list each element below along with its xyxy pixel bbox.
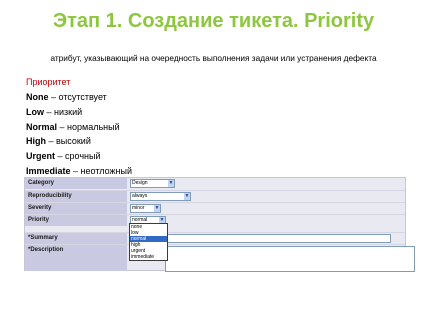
chevron-down-icon: ▼: [184, 193, 190, 200]
level-name: High: [26, 136, 46, 147]
priority-label: Priority: [25, 215, 127, 226]
list-item: Normal – нормальный: [26, 120, 132, 135]
list-item: Low – низкий: [26, 105, 132, 120]
list-item: None – отсутствует: [26, 90, 132, 105]
level-name: Low: [26, 106, 44, 117]
summary-input[interactable]: [165, 234, 391, 243]
reproducibility-value: always: [132, 193, 148, 199]
category-select[interactable]: Design ▼: [130, 179, 175, 188]
description-textarea[interactable]: [165, 246, 415, 272]
section-heading: Приоритет: [26, 77, 71, 87]
priority-levels-list: None – отсутствует Low – низкий Normal –…: [26, 90, 132, 179]
summary-row: *Summary: [25, 232, 405, 244]
chevron-down-icon: ▼: [154, 205, 160, 212]
list-item: Urgent – срочный: [26, 149, 132, 164]
severity-select[interactable]: minor ▼: [130, 204, 161, 213]
list-item: High – высокий: [26, 134, 132, 149]
reproducibility-row: Reproducibility always ▼: [25, 190, 405, 202]
category-label: Category: [25, 178, 127, 189]
reproducibility-label: Reproducibility: [25, 191, 127, 202]
level-name: Urgent: [26, 151, 55, 162]
priority-row: Priority normal ▼: [25, 214, 405, 226]
category-row: Category Design ▼: [25, 178, 405, 189]
level-desc: – отсутствует: [48, 92, 107, 102]
level-name: Immediate: [26, 165, 71, 176]
priority-dropdown-list: none low normal high urgent immediate: [129, 223, 168, 261]
chevron-down-icon: ▼: [168, 180, 174, 187]
category-value: Design: [132, 180, 148, 186]
slide-title: Этап 1. Создание тикета. Priority: [52, 10, 375, 32]
description-row: *Description: [25, 244, 415, 272]
priority-option-immediate[interactable]: immediate: [130, 254, 167, 260]
slide-subtitle: атрибут, указывающий на очередность выпо…: [50, 53, 377, 63]
reproducibility-select[interactable]: always ▼: [130, 192, 191, 201]
description-label: *Description: [25, 245, 127, 271]
level-desc: – низкий: [44, 106, 83, 117]
level-name: Normal: [26, 121, 58, 132]
severity-value: minor: [132, 205, 145, 211]
level-desc: – высокий: [46, 136, 91, 147]
level-desc: – нормальный: [57, 121, 120, 132]
level-desc: – неотложный: [70, 165, 132, 176]
summary-label: *Summary: [25, 233, 127, 244]
level-name: None: [26, 92, 49, 102]
level-desc: – срочный: [55, 151, 101, 162]
severity-row: Severity minor ▼: [25, 202, 405, 214]
ticket-form-screenshot: Category Design ▼ Reproducibility always…: [24, 177, 415, 272]
severity-label: Severity: [25, 203, 127, 214]
